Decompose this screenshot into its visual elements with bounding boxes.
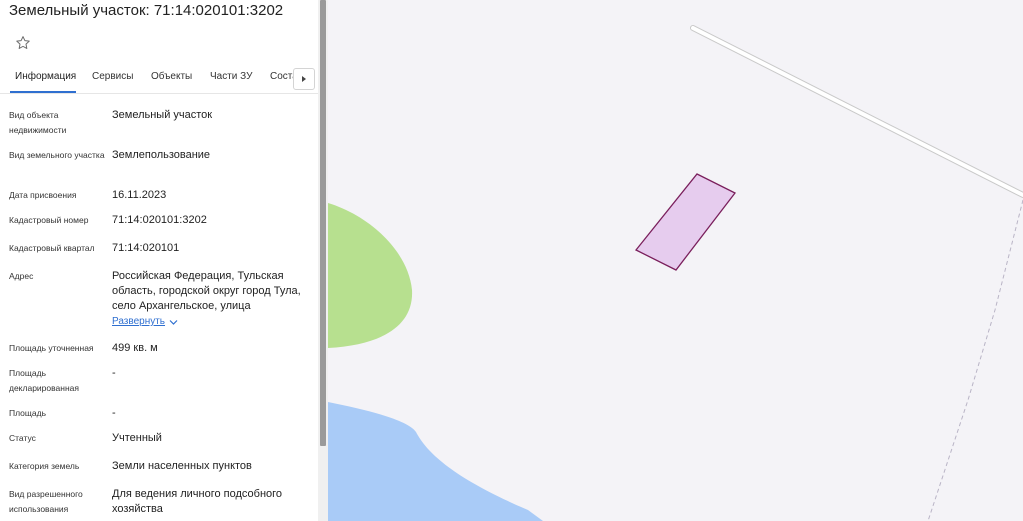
tab-services[interactable]: Сервисы bbox=[92, 71, 133, 82]
row-area-refined: Площадь уточненная 499 кв. м bbox=[9, 341, 309, 359]
land-category-value: Земли населенных пунктов bbox=[112, 460, 252, 472]
land-category-label: Категория земель bbox=[9, 461, 80, 471]
assign-date-label: Дата присвоения bbox=[9, 190, 77, 200]
object-type-value: Земельный участок bbox=[112, 109, 213, 121]
tab-information[interactable]: Информация bbox=[15, 71, 76, 82]
row-status: Статус Учтенный bbox=[9, 431, 309, 449]
active-tab-indicator bbox=[10, 91, 76, 93]
status-label: Статус bbox=[9, 433, 36, 443]
object-type-label: Вид объекта недвижимости bbox=[9, 110, 67, 135]
row-land-category: Категория земель Земли населенных пункто… bbox=[9, 459, 309, 477]
status-value: Учтенный bbox=[112, 432, 162, 444]
row-permitted-use: Вид разрешенного использования Для веден… bbox=[9, 487, 309, 521]
row-cadastral-quarter: Кадастровый квартал 71:14:020101 bbox=[9, 241, 309, 259]
panel-scrollbar[interactable] bbox=[318, 0, 328, 521]
area-value: - bbox=[112, 407, 116, 419]
chevron-down-icon bbox=[169, 320, 178, 325]
area-refined-label: Площадь уточненная bbox=[9, 343, 94, 353]
land-type-value: Землепользование bbox=[112, 149, 211, 161]
panel-scrollbar-thumb[interactable] bbox=[320, 0, 326, 446]
tab-parts[interactable]: Части ЗУ bbox=[210, 71, 252, 82]
row-cadastral-number: Кадастровый номер 71:14:020101:3202 bbox=[9, 213, 309, 231]
map-canvas[interactable] bbox=[328, 0, 1023, 521]
area-declared-value: - bbox=[112, 367, 116, 379]
star-outline-icon[interactable] bbox=[14, 34, 32, 52]
row-area: Площадь - bbox=[9, 406, 309, 424]
permitted-use-label: Вид разрешенного использования bbox=[9, 489, 83, 514]
row-assign-date: Дата присвоения 16.11.2023 bbox=[9, 188, 309, 206]
address-value: Российская Федерация, Тульская область, … bbox=[112, 270, 301, 312]
row-land-type: Вид земельного участка Землепользование bbox=[9, 148, 309, 182]
area-refined-value: 499 кв. м bbox=[112, 342, 158, 354]
page-title: Земельный участок: 71:14:020101:3202 bbox=[9, 2, 284, 19]
area-label: Площадь bbox=[9, 408, 47, 418]
cadastral-quarter-label: Кадастровый квартал bbox=[9, 243, 95, 253]
row-object-type: Вид объекта недвижимости Земельный участ… bbox=[9, 108, 309, 142]
tabs-scroll-right-button[interactable] bbox=[293, 68, 315, 90]
tab-bar: Информация Сервисы Объекты Части ЗУ Сост… bbox=[0, 66, 318, 94]
cadastral-number-label: Кадастровый номер bbox=[9, 215, 89, 225]
assign-date-value: 16.11.2023 bbox=[112, 189, 167, 201]
chevron-right-icon bbox=[302, 76, 306, 82]
tab-objects[interactable]: Объекты bbox=[151, 71, 192, 82]
row-area-declared: Площадь декларированная - bbox=[9, 366, 309, 400]
area-declared-label: Площадь декларированная bbox=[9, 368, 79, 393]
address-expand-label: Развернуть bbox=[112, 316, 166, 327]
row-address: Адрес Российская Федерация, Тульская обл… bbox=[9, 269, 309, 333]
cadastral-number-value: 71:14:020101:3202 bbox=[112, 214, 207, 226]
address-label: Адрес bbox=[9, 271, 34, 281]
map-view[interactable] bbox=[328, 0, 1023, 521]
permitted-use-value: Для ведения личного подсобного хозяйства bbox=[112, 488, 283, 515]
land-type-label: Вид земельного участка bbox=[9, 150, 105, 160]
info-panel: Земельный участок: 71:14:020101:3202 Инф… bbox=[0, 0, 318, 521]
address-expand-link[interactable]: Развернуть bbox=[112, 316, 192, 330]
cadastral-quarter-value: 71:14:020101 bbox=[112, 242, 180, 254]
